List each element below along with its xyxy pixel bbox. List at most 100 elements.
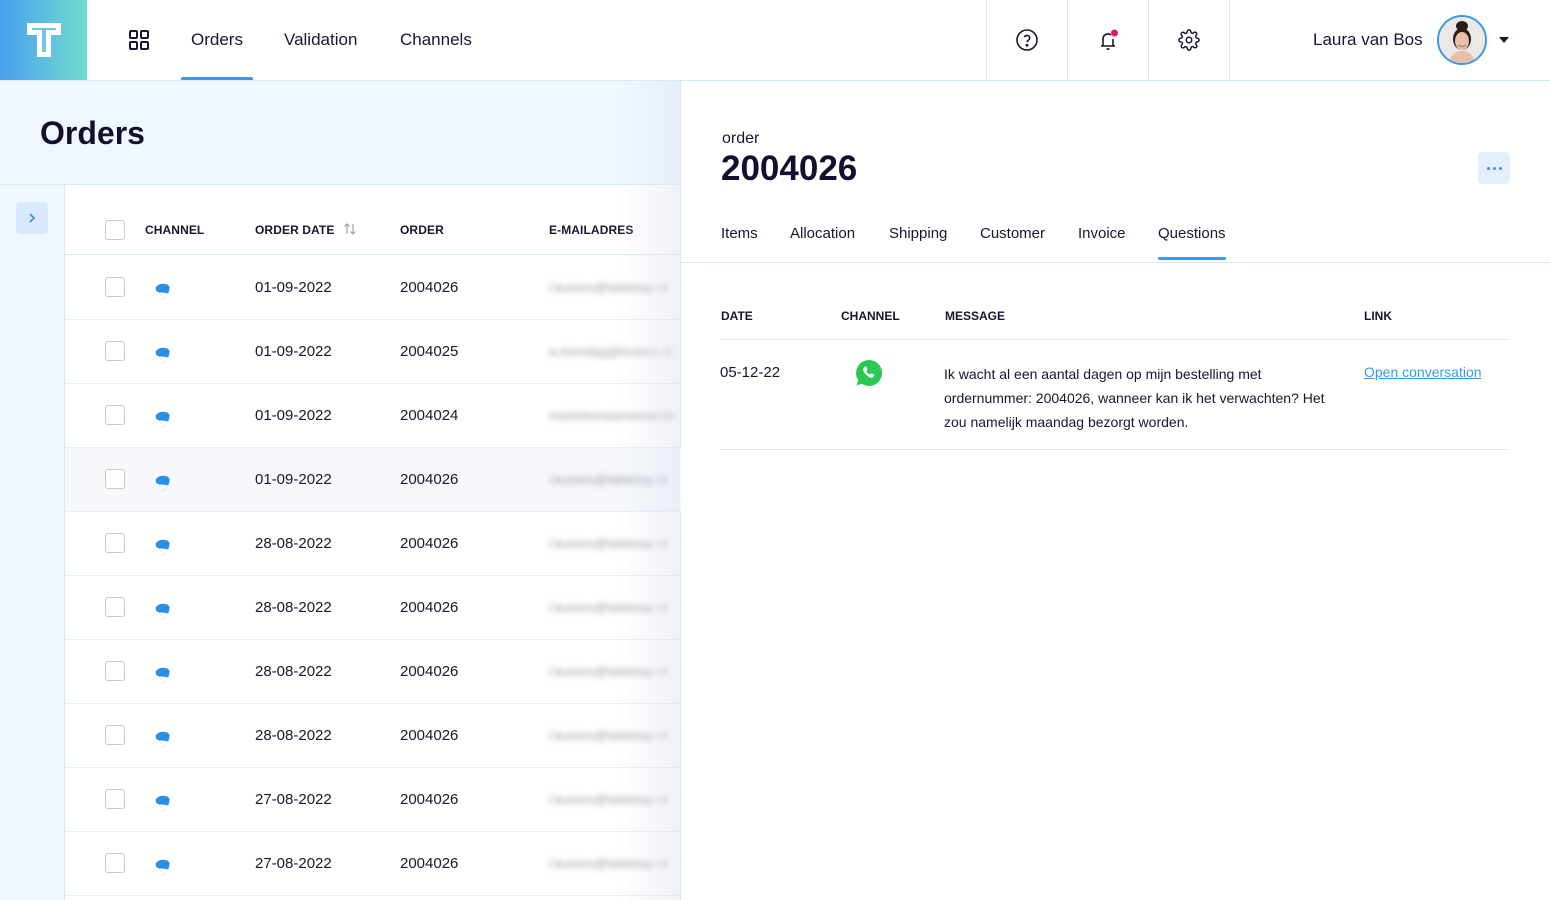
avatar-person-icon <box>1439 17 1485 63</box>
order-date: 28-08-2022 <box>255 535 332 552</box>
tab-items[interactable]: Items <box>721 225 758 242</box>
nav-tab-orders[interactable]: Orders <box>181 0 253 80</box>
shopware-channel-icon <box>146 276 170 300</box>
order-date: 01-09-2022 <box>255 279 332 296</box>
orders-table: CHANNEL ORDER DATE ORDER E-MAILADRES 01-… <box>64 185 681 900</box>
order-number: 2004026 <box>400 791 459 808</box>
order-number: 2004026 <box>400 471 459 488</box>
row-checkbox[interactable] <box>105 533 125 553</box>
column-header-email[interactable]: E-MAILADRES <box>549 223 633 237</box>
order-date: 27-08-2022 <box>255 791 332 808</box>
order-number: 2004026 <box>400 727 459 744</box>
notifications-button[interactable] <box>1067 0 1148 80</box>
table-row[interactable]: 01-09-2022 2004026 l.kuners@tabletop.nl <box>65 256 681 320</box>
page-title: Orders <box>40 115 145 151</box>
grid-icon <box>129 30 149 50</box>
nav-tab-validation[interactable]: Validation <box>284 0 357 80</box>
order-date: 28-08-2022 <box>255 727 332 744</box>
row-checkbox[interactable] <box>105 469 125 489</box>
table-header: CHANNEL ORDER DATE ORDER E-MAILADRES <box>65 185 681 255</box>
order-number: 2004025 <box>400 343 459 360</box>
column-header-order-date[interactable]: ORDER DATE <box>255 223 334 237</box>
email-address: l.kuners@tabletop.nl <box>549 600 668 615</box>
settings-button[interactable] <box>1148 0 1229 80</box>
row-checkbox[interactable] <box>105 341 125 361</box>
row-checkbox[interactable] <box>105 277 125 297</box>
logo-t-icon <box>26 23 61 57</box>
table-row[interactable]: 28-08-2022 2004026 l.kuners@tabletop.nl <box>65 640 681 704</box>
nav-tab-channels[interactable]: Channels <box>400 0 472 80</box>
table-row[interactable]: 01-09-2022 2004024 marieleenaarwestenb <box>65 384 681 448</box>
table-row[interactable]: 28-08-2022 2004026 l.kuners@tabletop.nl <box>65 704 681 768</box>
order-date: 28-08-2022 <box>255 599 332 616</box>
divider <box>720 339 1509 340</box>
divider <box>1229 0 1230 80</box>
email-address: l.kuners@tabletop.nl <box>549 792 668 807</box>
row-checkbox[interactable] <box>105 725 125 745</box>
order-number: 2004024 <box>400 407 459 424</box>
row-checkbox[interactable] <box>105 405 125 425</box>
shopware-channel-icon <box>146 532 170 556</box>
order-date: 01-09-2022 <box>255 471 332 488</box>
row-checkbox[interactable] <box>105 597 125 617</box>
shopware-channel-icon <box>146 404 170 428</box>
order-label: order <box>722 130 760 147</box>
top-navigation-bar: Orders Validation Channels Laura van Bos <box>0 0 1550 81</box>
shopware-channel-icon <box>146 468 170 492</box>
table-row[interactable]: 28-08-2022 2004026 l.kuners@tabletop.nl <box>65 576 681 640</box>
column-header-order[interactable]: ORDER <box>400 223 444 237</box>
table-row[interactable]: 27-08-2022 2004026 l.kuners@tabletop.nl <box>65 832 681 896</box>
row-checkbox[interactable] <box>105 853 125 873</box>
user-menu-caret-icon[interactable] <box>1499 37 1509 43</box>
orders-panel: Orders CHANNEL ORDER DATE ORDER E-MAILAD… <box>0 81 681 900</box>
email-address: a.mendag@kvarus.nl <box>549 344 673 359</box>
user-avatar[interactable] <box>1437 15 1487 65</box>
sort-icon[interactable] <box>343 222 357 236</box>
email-address: l.kuners@tabletop.nl <box>549 280 668 295</box>
help-button[interactable] <box>986 0 1067 80</box>
tab-questions[interactable]: Questions <box>1158 225 1226 260</box>
help-icon <box>1016 29 1038 51</box>
order-number: 2004026 <box>400 535 459 552</box>
more-dot <box>1498 166 1502 170</box>
tab-customer[interactable]: Customer <box>980 225 1045 242</box>
email-address: l.kuners@tabletop.nl <box>549 536 668 551</box>
select-all-checkbox[interactable] <box>105 220 125 240</box>
row-checkbox[interactable] <box>105 661 125 681</box>
shopware-channel-icon <box>146 596 170 620</box>
apps-grid-button[interactable] <box>128 29 150 51</box>
user-name[interactable]: Laura van Bos <box>1313 30 1423 50</box>
table-row[interactable]: 28-08-2022 2004026 l.kuners@tabletop.nl <box>65 512 681 576</box>
sidebar-expand-button[interactable] <box>16 202 48 234</box>
divider <box>681 262 1550 263</box>
more-dot <box>1486 166 1490 170</box>
shopware-channel-icon <box>146 852 170 876</box>
column-header-channel: CHANNEL <box>841 309 900 323</box>
gear-icon <box>1178 29 1200 51</box>
shopware-channel-icon <box>146 788 170 812</box>
chevron-right-icon <box>29 213 36 223</box>
question-date: 05-12-22 <box>720 364 781 381</box>
open-conversation-link[interactable]: Open conversation <box>1364 364 1482 380</box>
column-header-channel[interactable]: CHANNEL <box>145 223 204 237</box>
order-number: 2004026 <box>400 855 459 872</box>
table-row[interactable]: 01-09-2022 2004026 l.kuners@tabletop.nl <box>65 448 681 512</box>
question-message: Ik wacht al een aantal dagen op mijn bes… <box>944 366 1325 430</box>
table-row[interactable]: 27-08-2022 2004026 l.kuners@tabletop.nl <box>65 768 681 832</box>
table-row[interactable]: 01-09-2022 2004025 a.mendag@kvarus.nl <box>65 320 681 384</box>
order-number: 2004026 <box>400 663 459 680</box>
row-checkbox[interactable] <box>105 789 125 809</box>
tab-shipping[interactable]: Shipping <box>889 225 947 242</box>
more-options-button[interactable] <box>1478 152 1510 184</box>
divider <box>720 449 1509 450</box>
tab-allocation[interactable]: Allocation <box>790 225 855 242</box>
email-address: marieleenaarwestenb <box>549 408 674 423</box>
email-address: l.kuners@tabletop.nl <box>549 728 668 743</box>
app-logo[interactable] <box>0 0 87 80</box>
column-header-message: MESSAGE <box>945 309 1006 323</box>
bell-icon <box>1101 29 1118 50</box>
tab-invoice[interactable]: Invoice <box>1078 225 1126 242</box>
shopware-channel-icon <box>146 660 170 684</box>
shopware-channel-icon <box>146 340 170 364</box>
order-date: 27-08-2022 <box>255 855 332 872</box>
